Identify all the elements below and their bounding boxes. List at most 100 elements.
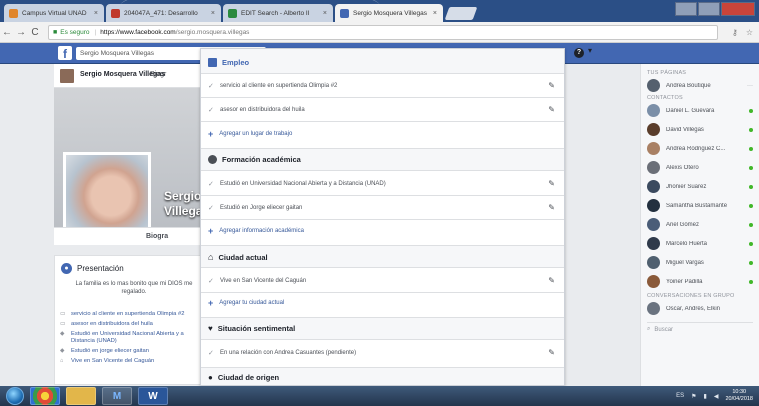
contact-item[interactable]: Daniel L. Guevara xyxy=(641,101,759,120)
education-entry-text: Estudió en Universidad Nacional Abierta … xyxy=(220,180,386,187)
tab-close-icon[interactable]: × xyxy=(319,10,327,17)
language-indicator[interactable]: ES xyxy=(676,393,684,399)
contact-item[interactable]: Andrea Rodriguez C... xyxy=(641,139,759,158)
work-entry[interactable]: ✓ asesor en distribuidora del huila ✎ xyxy=(208,105,558,114)
help-icon[interactable]: ? xyxy=(574,48,584,58)
relationship-entry[interactable]: ✓ En una relación con Andrea Casuantes (… xyxy=(208,348,558,357)
section-ciudad-header[interactable]: ⌂ Ciudad actual xyxy=(208,252,268,262)
education-entry[interactable]: ✓ Estudió en Jorge eliecer gaitan ✎ xyxy=(208,203,558,212)
star-icon[interactable]: ☆ xyxy=(746,28,753,37)
account-menu-chevron-icon[interactable]: ▾ xyxy=(588,46,592,55)
divider xyxy=(201,121,564,122)
back-button[interactable]: ← xyxy=(0,27,14,38)
profile-header-tab[interactable]: Biogr xyxy=(150,71,166,78)
intro-item-text: servicio al cliente en supertienda Olimp… xyxy=(71,311,185,317)
url-host: https://www.facebook.com xyxy=(100,28,176,36)
pencil-icon[interactable]: ✎ xyxy=(548,105,558,114)
avatar xyxy=(647,237,660,250)
work-entry[interactable]: ✓ servicio al cliente en supertienda Oli… xyxy=(208,81,558,90)
contact-item[interactable]: Ariel Gómez xyxy=(641,215,759,234)
heart-icon: ♥ xyxy=(208,324,213,333)
window-close-button[interactable] xyxy=(721,2,755,16)
word-taskbar-icon[interactable]: W xyxy=(138,387,168,405)
chat-search-input[interactable]: Buscar xyxy=(654,327,673,333)
key-icon[interactable]: ⚷ xyxy=(732,28,738,37)
pencil-icon[interactable]: ✎ xyxy=(548,348,558,357)
network-icon[interactable]: ▮ xyxy=(704,393,707,400)
sidebar-page-item[interactable]: Andrea Boutique ··· xyxy=(641,76,759,95)
online-status-icon xyxy=(749,222,753,227)
folder-taskbar-icon[interactable] xyxy=(66,387,96,405)
browser-tab-desarrollo[interactable]: 204047A_471: Desarrollo × xyxy=(106,4,221,22)
house-icon: ⌂ xyxy=(208,252,214,262)
add-city-link[interactable]: + Agregar tu ciudad actual xyxy=(208,298,284,308)
contact-item[interactable]: Marcelo Huerta xyxy=(641,234,759,253)
section-sentimental-header[interactable]: ♥ Situación sentimental xyxy=(208,324,295,333)
window-controls xyxy=(674,2,755,16)
profile-mini-header: Sergio Mosquera Villegas Biogr xyxy=(54,64,202,88)
education-entry[interactable]: ✓ Estudió en Universidad Nacional Abiert… xyxy=(208,179,558,188)
contact-name: Daniel L. Guevara xyxy=(666,107,715,114)
section-origen-header[interactable]: ● Ciudad de origen xyxy=(208,373,279,382)
avatar xyxy=(647,199,660,212)
profile-thumbnail[interactable] xyxy=(60,69,74,83)
browser-tab-search[interactable]: EDIT Search - Alberto II × xyxy=(223,4,333,22)
pencil-icon[interactable]: ✎ xyxy=(548,81,558,90)
flag-icon[interactable]: ⚑ xyxy=(691,393,696,400)
profile-cover: Sergio Mosquera Villegas Biogr Sergio Vi… xyxy=(54,64,202,244)
avatar xyxy=(647,180,660,193)
add-education-link[interactable]: + Agregar información académica xyxy=(208,226,304,236)
online-status-icon xyxy=(749,260,753,265)
city-entry[interactable]: ✓ Vive en San Vicente del Caguán ✎ xyxy=(208,276,558,285)
reload-button[interactable]: C xyxy=(28,27,42,38)
clock[interactable]: 10:30 20/04/2018 xyxy=(725,389,753,403)
intro-item-text: Estudió en jorge eliecer gaitan xyxy=(71,348,149,354)
address-bar[interactable]: ■ Es seguro | https://www.facebook.com /… xyxy=(48,24,718,40)
pencil-icon[interactable]: ✎ xyxy=(548,179,558,188)
contact-item[interactable]: Yoiner Padilla xyxy=(641,272,759,291)
avatar xyxy=(647,123,660,136)
start-button[interactable] xyxy=(6,387,24,405)
section-formacion-header[interactable]: Formación académica xyxy=(208,155,301,164)
intro-item[interactable]: ◆ Estudió en jorge eliecer gaitan xyxy=(60,348,200,355)
contact-item[interactable]: Samantha Bustamante xyxy=(641,196,759,215)
contact-item[interactable]: Alexis Otero xyxy=(641,158,759,177)
sidebar-group-item[interactable]: Oscar, Andrés, Elkin xyxy=(641,299,759,318)
intro-item-icon: ⌂ xyxy=(60,358,64,364)
avatar xyxy=(647,161,660,174)
intro-item[interactable]: ▭ servicio al cliente en supertienda Olim… xyxy=(60,311,200,318)
facebook-logo-icon[interactable]: f xyxy=(58,46,72,61)
avatar xyxy=(647,104,660,117)
check-icon: ✓ xyxy=(208,277,214,285)
tab-close-icon[interactable]: × xyxy=(207,10,215,17)
tab-biografia[interactable]: Biogra xyxy=(146,233,168,240)
tab-close-icon[interactable]: × xyxy=(90,10,98,17)
more-icon[interactable]: ··· xyxy=(747,83,753,89)
intro-item[interactable]: ▭ asesor en distribuidora del huila xyxy=(60,321,200,328)
intro-item[interactable]: ⌂ Vive en San Vicente del Caguán xyxy=(60,358,200,365)
section-empleo-header[interactable]: Empleo xyxy=(208,58,249,67)
new-tab-button[interactable] xyxy=(444,7,478,20)
minimize-button[interactable] xyxy=(675,2,697,16)
volume-icon[interactable]: ◀ xyxy=(714,393,719,400)
browser-tab-facebook[interactable]: Sergio Mosquera Villegas × xyxy=(335,4,443,22)
intro-item-icon: ◆ xyxy=(60,348,65,354)
intro-title: Presentación xyxy=(77,264,124,273)
forward-button[interactable]: → xyxy=(14,27,28,38)
chat-search[interactable]: ⌕ Buscar xyxy=(647,322,753,334)
media-taskbar-icon[interactable]: M xyxy=(102,387,132,405)
browser-tab-campus[interactable]: Campus Virtual UNAD × xyxy=(4,4,104,22)
contact-item[interactable]: Jhonier Suarez xyxy=(641,177,759,196)
chrome-taskbar-icon[interactable] xyxy=(30,387,60,405)
tab-close-icon[interactable]: × xyxy=(429,10,437,17)
contact-item[interactable]: Miguel Vargas xyxy=(641,253,759,272)
toolbar-right: ⚷ ☆ xyxy=(732,28,759,37)
profile-first-name: Sergio xyxy=(164,189,202,203)
contact-item[interactable]: David Villegas xyxy=(641,120,759,139)
add-workplace-link[interactable]: + Agregar un lugar de trabajo xyxy=(208,129,292,139)
profile-last-name: Villega xyxy=(164,204,202,218)
maximize-button[interactable] xyxy=(698,2,720,16)
pencil-icon[interactable]: ✎ xyxy=(548,276,558,285)
intro-item[interactable]: ◆ Estudió en Universidad Nacional Abierta… xyxy=(60,331,200,345)
pencil-icon[interactable]: ✎ xyxy=(548,203,558,212)
